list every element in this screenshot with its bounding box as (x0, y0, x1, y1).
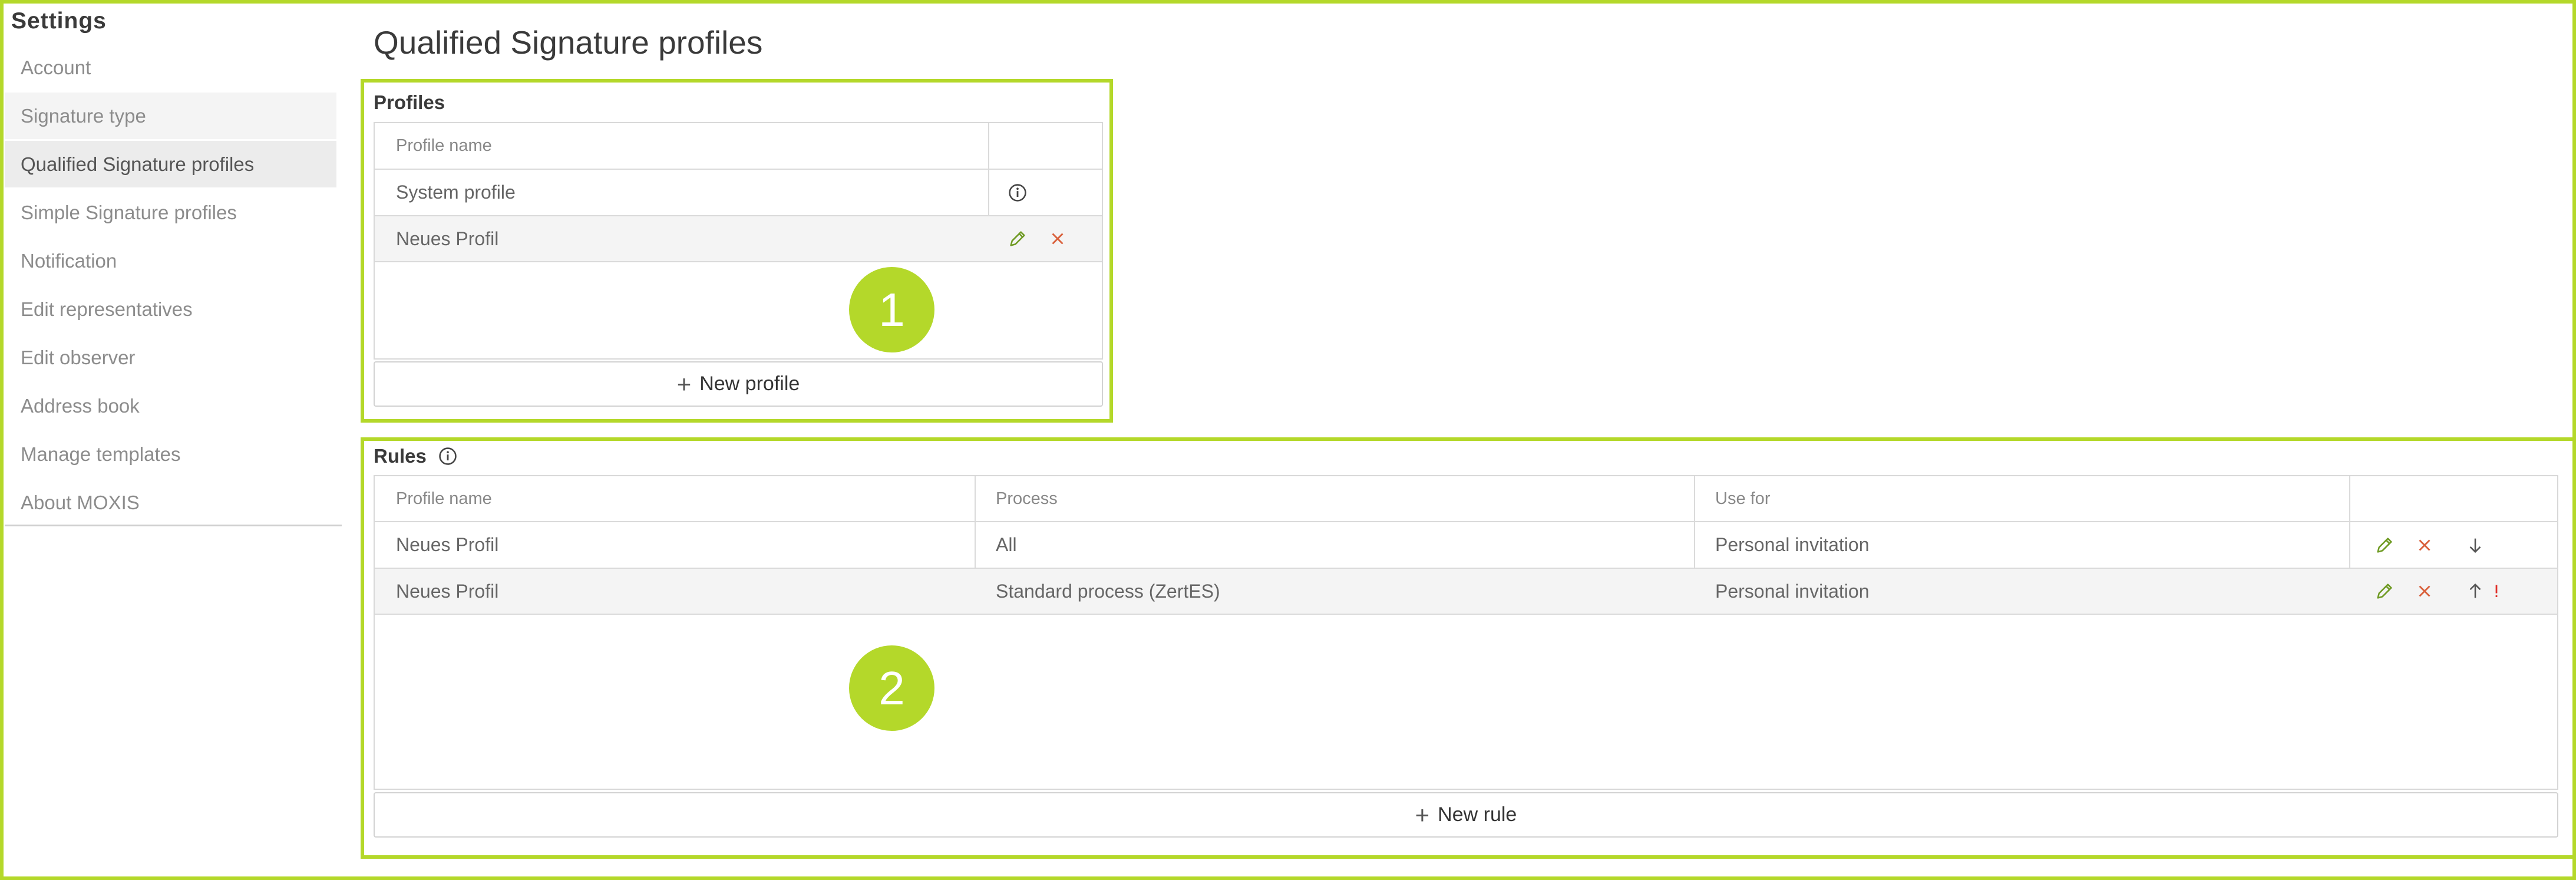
rule-process-cell: All (996, 534, 1017, 555)
info-icon[interactable] (1006, 181, 1029, 205)
new-rule-button[interactable]: + New rule (374, 792, 2558, 838)
profiles-table: Profile name System profile Neues Profil (374, 122, 1103, 360)
edit-icon[interactable] (1006, 227, 1029, 251)
column-header-process: Process (996, 489, 1058, 508)
rule-use-for-cell: Personal invitation (1715, 534, 1870, 555)
sidebar-item-qualified-signature-profiles[interactable]: Qualified Signature profiles (5, 141, 336, 187)
rules-table-header: Profile name Process Use for (375, 476, 2557, 522)
rule-profile-cell: Neues Profil (396, 534, 499, 555)
rules-table: Profile name Process Use for Neues Profi… (374, 475, 2558, 790)
profiles-section-label: Profiles (374, 91, 445, 113)
warning-icon (2488, 579, 2505, 603)
arrow-up-icon[interactable] (2463, 579, 2487, 603)
sidebar-item-notification[interactable]: Notification (5, 238, 336, 284)
sidebar-item-account[interactable]: Account (5, 44, 336, 91)
new-rule-button-label: New rule (1438, 803, 1517, 826)
profile-name-cell: Neues Profil (396, 228, 499, 249)
table-row[interactable]: Neues Profil Standard process (ZertES) P… (375, 569, 2557, 615)
edit-icon[interactable] (2373, 579, 2396, 603)
new-profile-button-label: New profile (699, 373, 800, 395)
delete-icon[interactable] (2413, 533, 2436, 557)
sidebar-title: Settings (11, 8, 107, 34)
profile-name-cell: System profile (396, 182, 516, 203)
sidebar-item-about-moxis[interactable]: About MOXIS (5, 479, 336, 526)
annotation-badge-1: 1 (849, 267, 934, 352)
plus-icon: + (676, 370, 692, 398)
column-header-use-for: Use for (1715, 489, 1771, 508)
column-header-profile-name: Profile name (396, 489, 492, 508)
plus-icon: + (1415, 800, 1430, 829)
page-title: Qualified Signature profiles (374, 24, 763, 61)
profiles-table-header: Profile name (375, 123, 1102, 170)
rule-process-cell: Standard process (ZertES) (996, 580, 1220, 602)
column-header-profile-name: Profile name (396, 136, 492, 155)
arrow-down-icon[interactable] (2463, 533, 2487, 557)
edit-icon[interactable] (2373, 533, 2396, 557)
sidebar-item-manage-templates[interactable]: Manage templates (5, 431, 336, 477)
annotation-badge-2: 2 (849, 645, 934, 731)
table-row[interactable]: Neues Profil (375, 216, 1102, 262)
sidebar-divider (5, 525, 342, 526)
rule-use-for-cell: Personal invitation (1715, 580, 1870, 602)
sidebar-item-signature-type[interactable]: Signature type (5, 93, 336, 139)
table-row[interactable]: System profile (375, 170, 1102, 216)
sidebar-item-edit-observer[interactable]: Edit observer (5, 334, 336, 381)
table-row[interactable]: Neues Profil All Personal invitation (375, 522, 2557, 569)
sidebar-item-edit-representatives[interactable]: Edit representatives (5, 286, 336, 332)
rule-profile-cell: Neues Profil (396, 580, 499, 602)
delete-icon[interactable] (1046, 227, 1069, 251)
delete-icon[interactable] (2413, 579, 2436, 603)
new-profile-button[interactable]: + New profile (374, 361, 1103, 407)
sidebar-item-simple-signature-profiles[interactable]: Simple Signature profiles (5, 189, 336, 236)
rules-section-label: Rules (374, 445, 427, 467)
sidebar-item-address-book[interactable]: Address book (5, 383, 336, 429)
info-icon[interactable] (436, 444, 460, 468)
